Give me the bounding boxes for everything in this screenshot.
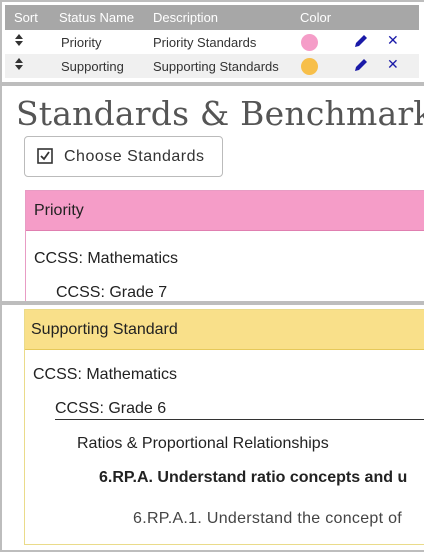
supporting-group: Supporting Standard CCSS: Mathematics CC…	[24, 309, 424, 545]
pencil-icon[interactable]	[353, 57, 369, 76]
status-row-priority: Priority Priority Standards ✕	[5, 30, 419, 54]
supporting-panel: Supporting Standard CCSS: Mathematics CC…	[0, 303, 424, 552]
sort-handle-icon[interactable]	[14, 57, 24, 71]
standard-grade: CCSS: Grade 6	[55, 400, 167, 417]
status-color-swatch	[301, 58, 318, 75]
pencil-icon[interactable]	[353, 33, 369, 52]
status-description: Supporting Standards	[153, 59, 279, 74]
priority-group-title: Priority	[34, 202, 84, 219]
status-name: Priority	[61, 35, 102, 50]
supporting-group-title: Supporting Standard	[31, 321, 178, 338]
choose-standards-button[interactable]: Choose Standards	[24, 136, 223, 177]
checkbox-icon	[37, 148, 53, 169]
standard-grade: CCSS: Grade 7	[56, 284, 168, 301]
color-column-header: Color	[300, 10, 332, 25]
status-name: Supporting	[61, 59, 124, 74]
status-name-column-header: Status Name	[59, 10, 135, 25]
standards-panel: Standards & Benchmarks Choose Standards …	[0, 84, 424, 303]
sort-handle-icon[interactable]	[14, 33, 24, 47]
status-table-header: Sort Status Name Description Color	[5, 5, 419, 30]
status-description: Priority Standards	[153, 35, 257, 50]
priority-group-header: Priority	[26, 191, 424, 231]
close-icon[interactable]: ✕	[387, 32, 399, 49]
grade-divider	[55, 419, 424, 420]
standard-cluster: 6.RP.A. Understand ratio concepts and u	[99, 469, 408, 486]
standard-subject: CCSS: Mathematics	[33, 366, 178, 383]
description-column-header: Description	[153, 10, 219, 25]
choose-standards-label: Choose Standards	[64, 148, 205, 165]
sort-column-header: Sort	[14, 10, 38, 25]
status-table: Sort Status Name Description Color Prior…	[0, 0, 424, 84]
supporting-group-header: Supporting Standard	[25, 310, 424, 350]
close-icon[interactable]: ✕	[387, 56, 399, 73]
priority-group: Priority CCSS: Mathematics CCSS: Grade 7	[25, 190, 424, 301]
status-color-swatch	[301, 34, 318, 51]
page-title: Standards & Benchmarks	[16, 94, 424, 133]
standard-subject: CCSS: Mathematics	[34, 250, 179, 267]
standard-item: 6.RP.A.1. Understand the concept of	[133, 510, 403, 527]
standard-domain: Ratios & Proportional Relationships	[77, 435, 329, 452]
status-row-supporting: Supporting Supporting Standards ✕	[5, 54, 419, 78]
